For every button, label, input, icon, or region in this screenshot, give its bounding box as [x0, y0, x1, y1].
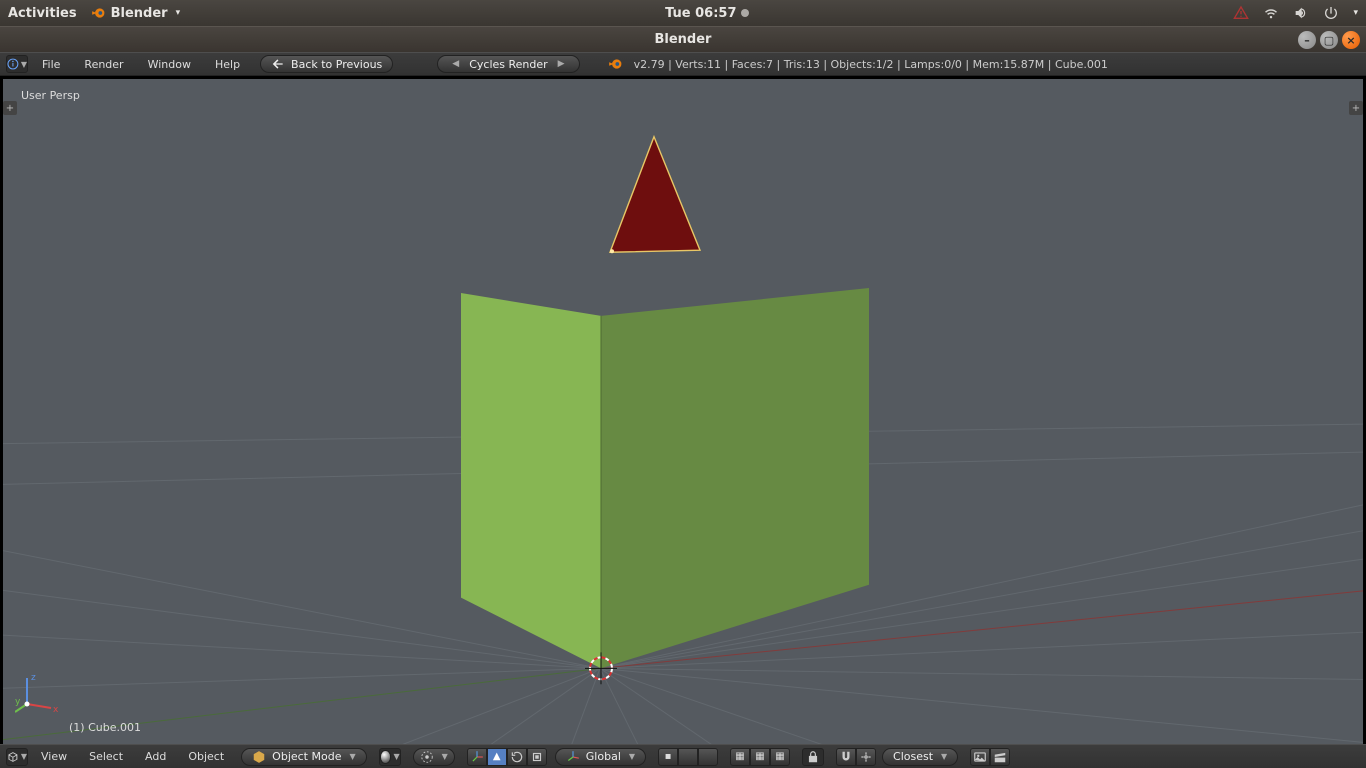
menu-file[interactable]: File — [32, 53, 70, 75]
blender-icon — [608, 57, 622, 71]
viewport-region: x y z User Persp (1) Cube.001 + + — [0, 76, 1366, 744]
cube-left-face — [461, 293, 601, 668]
active-object-label: (1) Cube.001 — [69, 721, 141, 734]
layer-grid-c[interactable]: ▦ — [770, 748, 790, 766]
mode-select[interactable]: Object Mode ▼ — [241, 748, 366, 766]
render-engine-select[interactable]: ◀ Cycles Render ▶ — [437, 55, 579, 73]
manipulator-rotate[interactable] — [507, 748, 527, 766]
window-title: Blender — [655, 32, 712, 47]
triangle-object — [610, 137, 700, 252]
info-header: ▼ File Render Window Help Back to Previo… — [0, 52, 1366, 76]
menu-object[interactable]: Object — [179, 745, 233, 768]
window-title-bar: Blender – ▢ × — [0, 26, 1366, 52]
clapper-icon — [993, 750, 1007, 764]
magnet-icon — [839, 750, 853, 764]
layers-buttons: ▪ — [658, 748, 718, 766]
lock-icon — [806, 750, 820, 764]
blender-logo-icon — [91, 6, 105, 20]
editor-type-button[interactable]: ▼ — [6, 55, 28, 73]
menu-add[interactable]: Add — [136, 745, 175, 768]
gnome-top-panel: Activities Blender ▾ Tue 06:57 ▾ — [0, 0, 1366, 26]
layer-grid-b[interactable]: ▦ — [750, 748, 770, 766]
manipulator-translate[interactable]: ▲ — [487, 748, 507, 766]
scene-stats: v2.79 | Verts:11 | Faces:7 | Tris:13 | O… — [634, 58, 1108, 71]
manipulator-toggle[interactable] — [467, 748, 487, 766]
app-menu[interactable]: Blender ▾ — [91, 6, 181, 21]
orientation-icon — [566, 750, 580, 764]
scale-icon — [530, 750, 544, 764]
notification-dot-icon — [741, 9, 749, 17]
menu-view[interactable]: View — [32, 745, 76, 768]
menu-help[interactable]: Help — [205, 53, 250, 75]
rotate-icon — [510, 750, 524, 764]
clock[interactable]: Tue 06:57 — [180, 6, 1233, 21]
menu-render[interactable]: Render — [74, 53, 133, 75]
pivot-icon — [420, 750, 434, 764]
layer-grid-a[interactable]: ▦ — [730, 748, 750, 766]
opengl-render-button[interactable] — [970, 748, 990, 766]
increment-icon — [859, 750, 873, 764]
snap-element[interactable] — [856, 748, 876, 766]
vertex-icon — [610, 249, 614, 253]
toolshelf-toggle[interactable]: + — [3, 101, 17, 115]
layers-buttons-2: ▦ ▦ ▦ — [730, 748, 790, 766]
window-maximize-button[interactable]: ▢ — [1320, 31, 1338, 49]
power-icon[interactable] — [1323, 5, 1339, 21]
render-preview-group — [970, 748, 1010, 766]
layer-1[interactable]: ▪ — [658, 748, 678, 766]
axes-icon — [470, 750, 484, 764]
properties-toggle[interactable]: + — [1349, 101, 1363, 115]
info-icon — [7, 57, 19, 71]
layer-2[interactable] — [678, 748, 698, 766]
object-mode-icon — [252, 750, 266, 764]
transform-orientation-select[interactable]: Global ▼ — [555, 748, 646, 766]
manipulator-scale[interactable] — [527, 748, 547, 766]
axis-gizmo-icon: x y z — [15, 672, 59, 716]
warning-icon[interactable] — [1233, 5, 1249, 21]
image-icon — [973, 750, 987, 764]
svg-text:z: z — [31, 673, 36, 683]
editor-type-3dview[interactable]: ▼ — [6, 748, 28, 766]
menu-select[interactable]: Select — [80, 745, 132, 768]
scene-objects — [3, 79, 1363, 744]
3d-viewport[interactable]: x y z User Persp (1) Cube.001 + + — [3, 79, 1363, 744]
cube-icon — [7, 750, 19, 764]
snap-toggle[interactable] — [836, 748, 856, 766]
wifi-icon[interactable] — [1263, 5, 1279, 21]
manipulator-toggle-group: ▲ — [467, 748, 547, 766]
3d-view-header: ▼ View Select Add Object Object Mode ▼ ▼… — [0, 744, 1366, 768]
viewport-perspective-label: User Persp — [21, 89, 80, 102]
svg-text:y: y — [15, 697, 21, 707]
shading-mode-button[interactable]: ▼ — [379, 748, 401, 766]
pivot-select[interactable]: ▼ — [413, 748, 455, 766]
layer-3[interactable] — [698, 748, 718, 766]
lock-camera-button[interactable] — [802, 748, 824, 766]
window-close-button[interactable]: × — [1342, 31, 1360, 49]
menu-window[interactable]: Window — [138, 53, 201, 75]
back-icon — [271, 57, 285, 71]
window-minimize-button[interactable]: – — [1298, 31, 1316, 49]
activities-button[interactable]: Activities — [8, 6, 77, 21]
snap-target-select[interactable]: Closest ▼ — [882, 748, 958, 766]
sound-icon[interactable] — [1293, 5, 1309, 21]
cube-right-face — [601, 288, 869, 668]
shading-sphere-icon — [380, 750, 392, 764]
snap-group — [836, 748, 876, 766]
svg-text:x: x — [53, 705, 59, 715]
opengl-anim-button[interactable] — [990, 748, 1010, 766]
back-to-previous-button[interactable]: Back to Previous — [260, 55, 393, 73]
